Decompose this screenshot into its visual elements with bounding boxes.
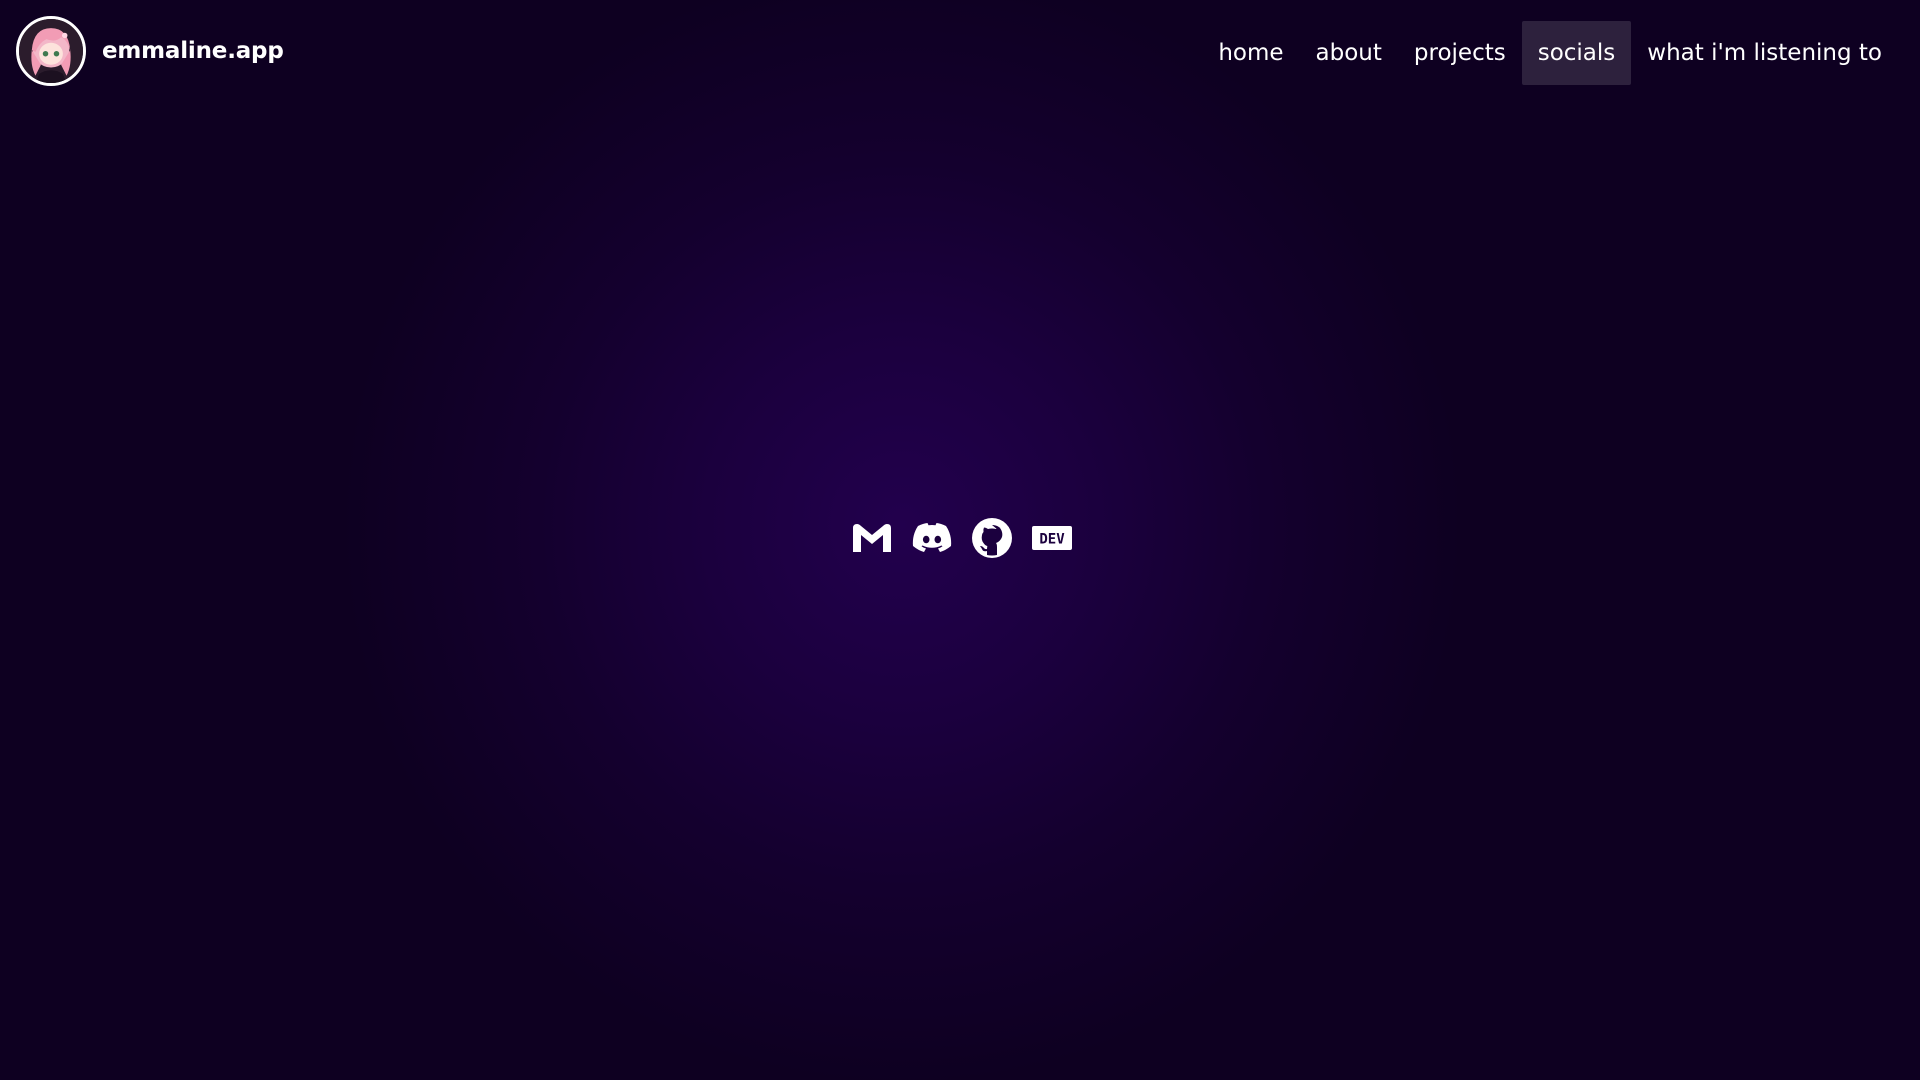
dev-link[interactable]: DEV [1022,516,1082,560]
gmail-icon [853,524,891,552]
navbar: emmaline.app home about projects socials… [0,0,1920,108]
anime-girl-avatar-icon [19,19,83,83]
brand-link[interactable]: emmaline.app [16,16,284,86]
gmail-link[interactable] [842,516,902,560]
social-links: DEV [842,516,1082,560]
nav-socials[interactable]: socials [1521,21,1632,85]
nav-about[interactable]: about [1300,21,1398,85]
github-icon [972,518,1012,558]
nav-home[interactable]: home [1202,21,1299,85]
discord-icon [912,523,952,552]
github-link[interactable] [962,516,1022,560]
main-nav: home about projects socials what i'm lis… [1202,21,1898,85]
dev-icon-label: DEV [1039,532,1065,548]
avatar [16,16,86,86]
nav-projects[interactable]: projects [1398,21,1522,85]
discord-link[interactable] [902,516,962,560]
dev-icon: DEV [1032,526,1072,550]
nav-listening[interactable]: what i'm listening to [1631,21,1898,85]
site-title: emmaline.app [102,38,284,64]
